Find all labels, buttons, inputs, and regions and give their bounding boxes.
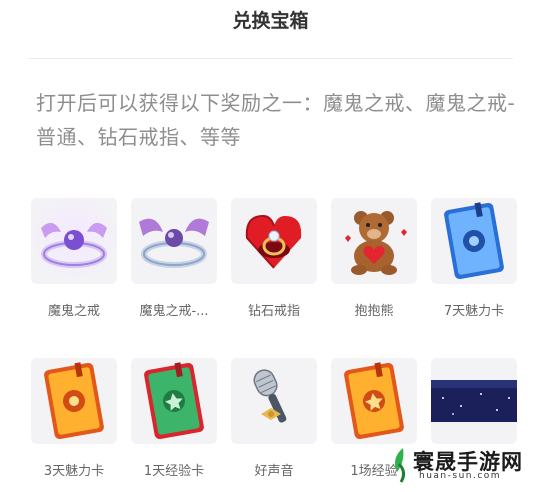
- charm-card-orange-icon: [31, 358, 117, 444]
- reward-item[interactable]: 3天魅力卡: [30, 358, 118, 479]
- reward-label: 3天魅力卡: [43, 464, 105, 479]
- watermark-url: huan-sun.com: [419, 471, 502, 481]
- devil-ring-icon: [31, 198, 117, 284]
- teddy-bear-icon: [331, 198, 417, 284]
- reward-label: 7天魅力卡: [443, 304, 505, 319]
- galaxy-frame-icon: [431, 358, 517, 444]
- devil-ring-normal-icon: [131, 198, 217, 284]
- reward-label: 1天经验卡: [143, 464, 205, 479]
- charm-card-blue-icon: [431, 198, 517, 284]
- reward-label: 好声音: [254, 464, 294, 479]
- page-title: 兑换宝箱: [232, 10, 309, 32]
- reward-item[interactable]: 魔鬼之戒-...: [130, 198, 218, 319]
- reward-item[interactable]: 1天经验卡: [130, 358, 218, 479]
- reward-description: 打开后可以获得以下奖励之一：魔鬼之戒、魔鬼之戒-普通、钻石戒指、等等: [36, 91, 516, 149]
- reward-item[interactable]: 7天魅力卡: [430, 198, 518, 319]
- leaf-logo-icon: [395, 448, 406, 483]
- reward-item[interactable]: 好声音: [230, 358, 318, 479]
- microphone-icon: [231, 358, 317, 444]
- exp-card-orange-icon: [331, 358, 417, 444]
- reward-label: 抱抱熊: [354, 304, 394, 319]
- reward-item[interactable]: 魔鬼之戒: [30, 198, 118, 319]
- exp-card-green-icon: [131, 358, 217, 444]
- reward-label: 魔鬼之戒-...: [139, 304, 209, 319]
- reward-label: 钻石戒指: [247, 304, 300, 319]
- divider: [28, 58, 513, 59]
- watermark: 寰晟手游网 huan-sun.com: [385, 444, 535, 486]
- reward-label: 魔鬼之戒: [47, 304, 100, 319]
- diamond-ring-icon: [231, 198, 317, 284]
- reward-item[interactable]: 钻石戒指: [230, 198, 318, 319]
- reward-item[interactable]: 抱抱熊: [330, 198, 418, 319]
